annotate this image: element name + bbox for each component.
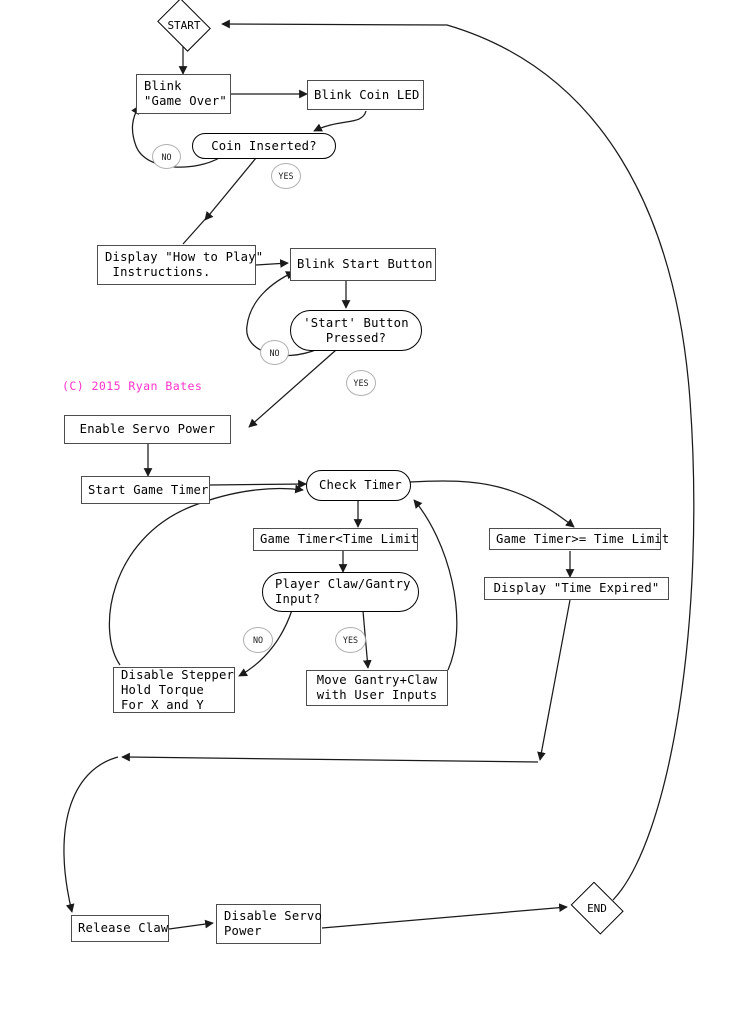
blink-start-button-label: Blink Start Button (297, 257, 433, 271)
node-enable-servo-power[interactable]: Enable Servo Power (64, 415, 231, 444)
edge-start-timer-to-check-timer (209, 479, 307, 489)
badge-player-yes: YES (335, 627, 366, 653)
node-blink-game-over[interactable]: Blink "Game Over" (136, 74, 231, 114)
blink-coin-led-label: Blink Coin LED (314, 87, 420, 102)
node-blink-start-button[interactable]: Blink Start Button (290, 248, 436, 281)
node-blink-coin-led[interactable]: Blink Coin LED (307, 80, 424, 110)
edge-start-yes-to-enable-servo (248, 349, 337, 428)
node-release-claw[interactable]: Release Claw (71, 915, 169, 942)
player-no-label: NO (252, 635, 264, 645)
node-start-button-pressed[interactable]: 'Start' Button Pressed? (290, 310, 422, 351)
edge-how-to-play-entry (182, 215, 209, 245)
copyright-notice: (C) 2015 Ryan Bates (62, 379, 203, 393)
timer-less-label: Game Timer<Time Limit (260, 532, 419, 546)
edge-return-to-release-claw (63, 756, 119, 913)
node-end[interactable]: END (569, 881, 625, 935)
node-timer-ge-limit[interactable]: Game Timer>= Time Limit (489, 528, 670, 550)
badge-player-no: NO (243, 627, 273, 653)
coin-no-label: NO (161, 151, 172, 162)
edge-coin-yes-to-how-to-play (204, 157, 257, 221)
end-label: END (587, 901, 607, 915)
blink-game-over-line1: Blink (144, 79, 182, 93)
node-coin-inserted[interactable]: Coin Inserted? (192, 133, 336, 159)
flowchart-canvas: START Blink "Game Over" Blink Coin LED C… (0, 0, 730, 1024)
disable-servo-line1: Disable Servo (224, 909, 322, 923)
node-display-time-expired[interactable]: Display "Time Expired" (484, 577, 669, 600)
node-disable-stepper[interactable]: Disable Stepper Hold Torque For X and Y (113, 667, 235, 713)
edge-disable-servo-to-end (321, 903, 568, 929)
node-display-how-to-play[interactable]: Display "How to Play" Instructions. (97, 245, 264, 285)
release-claw-label: Release Claw (78, 921, 169, 935)
badge-start-yes: YES (346, 370, 376, 396)
start-pressed-line2: Pressed? (325, 330, 387, 345)
node-start-game-timer[interactable]: Start Game Timer (81, 476, 210, 504)
start-yes-label: YES (353, 378, 369, 388)
start-no-label: NO (269, 347, 280, 358)
start-game-timer-label: Start Game Timer (88, 482, 209, 497)
disable-stepper-line3: For X and Y (121, 697, 204, 712)
node-timer-less-than-limit[interactable]: Game Timer<Time Limit (253, 528, 418, 551)
move-gantry-line2: with User Inputs (316, 688, 438, 702)
player-input-line1: Player Claw/Gantry (275, 577, 411, 591)
node-disable-servo-power[interactable]: Disable Servo Power (216, 904, 322, 944)
badge-coin-yes: YES (271, 163, 301, 189)
player-yes-label: YES (342, 635, 359, 645)
flowchart-edges (63, 19, 695, 930)
disable-stepper-line1: Disable Stepper (121, 667, 235, 682)
edge-coin-led-to-coin-inserted (313, 110, 367, 132)
how-to-play-line2: Instructions. (105, 265, 211, 279)
start-label: START (167, 18, 201, 32)
badge-coin-no: NO (152, 144, 181, 169)
move-gantry-line1: Move Gantry+Claw (316, 673, 438, 687)
blink-game-over-line2: "Game Over" (144, 94, 227, 108)
enable-servo-label: Enable Servo Power (79, 422, 216, 436)
node-start[interactable]: START (155, 0, 213, 52)
edge-time-expired-to-return (537, 599, 571, 761)
edge-return-line-left (121, 752, 539, 763)
timer-ge-label: Game Timer>= Time Limit (496, 531, 670, 546)
check-timer-label: Check Timer (319, 478, 402, 492)
player-input-line2: Input? (275, 592, 321, 606)
edge-check-timer-to-ge-limit (409, 480, 575, 528)
edge-release-claw-to-disable-servo (168, 919, 214, 930)
coin-yes-label: YES (278, 171, 294, 181)
node-player-claw-input[interactable]: Player Claw/Gantry Input? (262, 572, 419, 612)
time-expired-label: Display "Time Expired" (493, 581, 660, 595)
node-move-gantry[interactable]: Move Gantry+Claw with User Inputs (306, 670, 448, 706)
coin-inserted-label: Coin Inserted? (211, 138, 317, 153)
start-pressed-line1: 'Start' Button (303, 315, 409, 330)
disable-stepper-line2: Hold Torque (121, 682, 204, 697)
how-to-play-line1: Display "How to Play" (105, 250, 264, 264)
disable-servo-line2: Power (224, 924, 262, 938)
badge-start-no: NO (260, 340, 289, 365)
node-check-timer[interactable]: Check Timer (306, 470, 411, 501)
edge-move-gantry-to-check-timer (413, 499, 458, 671)
